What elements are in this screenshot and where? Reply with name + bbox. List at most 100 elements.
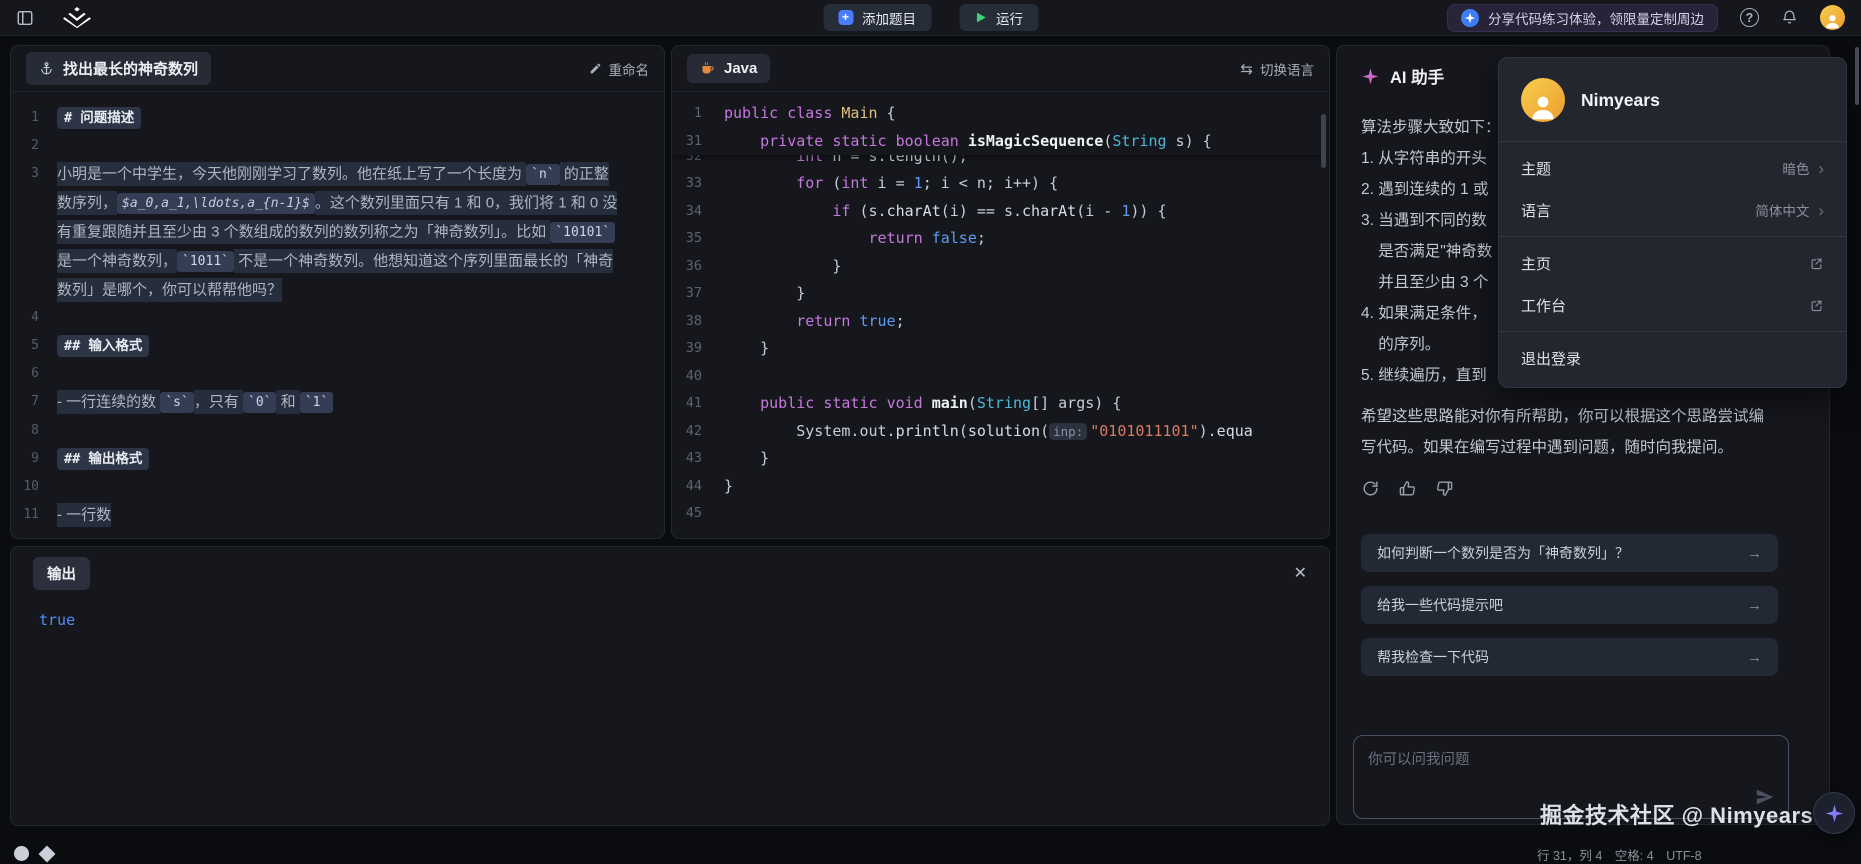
line-number: 2 (11, 132, 57, 160)
markdown-editor[interactable]: 1# 问题描述23小明是一个中学生，今天他刚刚学习了数列。他在纸上写了一个长度为… (11, 92, 664, 529)
menu-item-value: 暗色 (1782, 158, 1809, 178)
code-token: public (724, 104, 778, 122)
code-token (724, 312, 796, 330)
code-line: 41 public static void main(String[] args… (672, 390, 1329, 418)
ai-floating-button[interactable] (1813, 792, 1855, 834)
code-token: (s. (850, 202, 886, 220)
output-title: 输出 (33, 557, 90, 590)
markdown-line-content: # 问题描述 (57, 104, 141, 132)
menu-item-right: 暗色› (1782, 158, 1824, 178)
line-number: 32 (672, 155, 724, 170)
code-line-content: for (int i = 1; i < n; i++) { (724, 170, 1058, 198)
menu-item-home[interactable]: 主页 (1499, 242, 1846, 284)
rename-button[interactable]: 重命名 (589, 59, 650, 79)
help-icon[interactable]: ? (1740, 8, 1759, 27)
menu-item-right: 简体中文› (1755, 200, 1824, 220)
topbar: + 添加题目 运行 分享代码练习体验，领限量定制周边 ? (0, 0, 1861, 36)
code-token: private (760, 132, 823, 150)
code-token: ). (1199, 422, 1217, 440)
switch-language-button[interactable]: ⇆ 切换语言 (1240, 59, 1314, 79)
menu-divider (1499, 236, 1846, 237)
code-token: (i - (1076, 202, 1121, 220)
code-token: } (724, 257, 841, 275)
code-token: } (724, 339, 769, 357)
sidebar-toggle-icon[interactable] (16, 9, 34, 27)
editor-status-text: 行 31，列 4 空格: 4 UTF-8 (1537, 845, 1702, 864)
code-line: 39 } (672, 335, 1329, 363)
sticky-scroll-lines: 1public class Main {31 private static bo… (672, 100, 1329, 155)
profile-row[interactable]: Nimyears (1499, 66, 1846, 136)
line-number: 35 (672, 225, 724, 253)
user-avatar[interactable] (1820, 5, 1845, 30)
code-scrollbar-thumb[interactable] (1321, 114, 1326, 168)
ai-suggestion-chip[interactable]: 给我一些代码提示吧→ (1361, 586, 1778, 624)
code-line: 43 } (672, 445, 1329, 473)
ai-suggestion-chip[interactable]: 如何判断一个数列是否为「神奇数列」？→ (1361, 534, 1778, 572)
code-token: ( (968, 394, 977, 412)
markdown-segment: 和 (276, 390, 299, 414)
code-editor[interactable]: 1public class Main {31 private static bo… (672, 92, 1329, 532)
ai-suggestion-label: 如何判断一个数列是否为「神奇数列」？ (1377, 543, 1629, 563)
code-line-content: public static void main(String[] args) { (724, 390, 1121, 418)
markdown-segment: `1011` (177, 251, 234, 272)
code-token (724, 394, 760, 412)
line-number: 38 (672, 308, 724, 336)
close-icon[interactable]: ✕ (1294, 563, 1307, 583)
code-token: Main (841, 104, 877, 122)
watermark: 掘金技术社区 @ Nimyears (1540, 798, 1813, 830)
anchor-icon (39, 61, 54, 76)
line-number: 9 (11, 445, 57, 473)
username: Nimyears (1581, 90, 1660, 111)
markdown-line: 2 (11, 132, 650, 160)
code-token: } (724, 449, 769, 467)
menu-item-logout[interactable]: 退出登录 (1499, 337, 1846, 379)
thumbs-down-icon[interactable] (1435, 479, 1454, 498)
code-line-content: } (724, 280, 805, 308)
sparkle-icon (1361, 67, 1380, 86)
menu-sections: 主题暗色›语言简体中文› 主页工作台退出登录 (1499, 141, 1846, 379)
problem-panel-header: 找出最长的神奇数列 重命名 (11, 46, 664, 92)
code-line-content: int n = s.length(); (724, 155, 968, 170)
topbar-left (16, 7, 94, 28)
markdown-line: 11- 一行数 (11, 501, 650, 529)
code-token: ; (977, 229, 986, 247)
code-token: System.out. (724, 422, 896, 440)
run-button[interactable]: 运行 (959, 4, 1038, 31)
code-token: int (841, 174, 868, 192)
markdown-line-content: - 一行连续的数 `s`，只有 `0` 和 `1` (57, 388, 333, 417)
line-number: 44 (672, 473, 724, 501)
add-problem-button[interactable]: + 添加题目 (823, 4, 931, 31)
page-scrollbar-thumb[interactable] (1855, 47, 1859, 105)
menu-item-workspace[interactable]: 工作台 (1499, 284, 1846, 326)
markdown-segment: `10101` (550, 222, 615, 243)
line-number: 5 (11, 332, 57, 360)
code-panel-header: Java ⇆ 切换语言 (672, 46, 1329, 92)
code-token: return (869, 229, 923, 247)
code-token: [] args) { (1031, 394, 1121, 412)
menu-divider (1499, 331, 1846, 332)
menu-item-language[interactable]: 语言简体中文› (1499, 189, 1846, 231)
notifications-icon[interactable] (1781, 9, 1798, 26)
code-token (778, 104, 787, 122)
output-panel-header: 输出 ✕ (11, 547, 1329, 599)
switch-language-label: 切换语言 (1260, 59, 1314, 79)
language-tab-java[interactable]: Java (687, 54, 770, 83)
code-line: 32 int n = s.length(); (672, 155, 1329, 170)
thumbs-up-icon[interactable] (1398, 479, 1417, 498)
markdown-line-content: 小明是一个中学生，今天他刚刚学习了数列。他在纸上写了一个长度为 `n` 的正整数… (57, 160, 622, 304)
ai-suggestion-chip[interactable]: 帮我检查一下代码→ (1361, 638, 1778, 676)
code-line-content: return false; (724, 225, 986, 253)
menu-item-theme[interactable]: 主题暗色› (1499, 147, 1846, 189)
external-link-icon (1809, 256, 1824, 271)
promo-banner[interactable]: 分享代码练习体验，领限量定制周边 (1447, 4, 1718, 32)
code-token (887, 132, 896, 150)
code-token (724, 174, 796, 192)
code-lines: 33 for (int i = 1; i < n; i++) {34 if (s… (672, 170, 1329, 528)
regenerate-icon[interactable] (1361, 479, 1380, 498)
juejin-logo-icon[interactable] (60, 7, 94, 28)
code-token: String (1112, 132, 1166, 150)
markdown-segment: 小明是一个中学生，今天他刚刚学习了数列。他在纸上写了一个长度为 (57, 162, 526, 186)
code-token: charAt (1022, 202, 1076, 220)
problem-title: 找出最长的神奇数列 (63, 58, 198, 79)
markdown-segment: $a_0,a_1,\ldots,a_{n-1}$ (117, 193, 315, 214)
